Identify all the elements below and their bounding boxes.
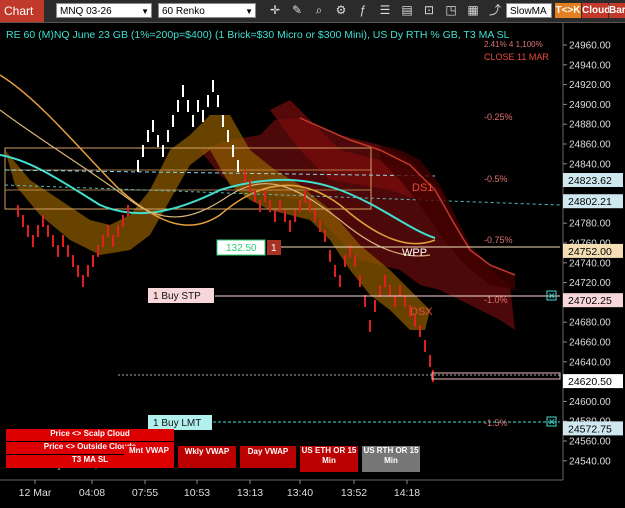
scalp-cloud-button[interactable]: Price <> Scalp Cloud: [6, 429, 174, 441]
indicator-icon[interactable]: ƒ: [356, 3, 370, 18]
pct-label: -1.0%: [484, 295, 508, 305]
ds1-label: DS1: [412, 182, 433, 194]
price-tick-label: 24600.00: [569, 397, 611, 408]
price-tick-label: 24640.00: [569, 357, 611, 368]
price-tick-label: 24560.00: [569, 437, 611, 448]
price-marker-label: 24823.62: [568, 175, 612, 187]
pct-label: -0.75%: [484, 235, 513, 245]
mnt-vwap-button[interactable]: Mnt VWAP: [124, 446, 174, 459]
price-tick-label: 24920.00: [569, 80, 611, 91]
day-vwap-button[interactable]: Day VWAP: [240, 446, 296, 468]
pencil-icon[interactable]: ✎: [290, 3, 304, 18]
data-box-icon[interactable]: ▦: [466, 3, 480, 18]
chart-title: Chart: [0, 0, 44, 22]
pct-label: -0.25%: [484, 112, 513, 122]
cloud-toggle-button[interactable]: Cloud: [582, 3, 610, 18]
dsx-label: DSX: [410, 306, 433, 318]
pct-label: -0.5%: [484, 174, 508, 184]
time-tick-label: 14:18: [394, 487, 420, 499]
chevron-down-icon: ▼: [245, 7, 253, 16]
bar-type-value: 60 Renko: [162, 6, 205, 17]
tck-toggle-button[interactable]: T<>K: [555, 3, 581, 18]
time-tick-label: 12 Mar: [19, 487, 52, 499]
price-tick-label: 24680.00: [569, 318, 611, 329]
properties-icon[interactable]: ☰: [378, 3, 392, 18]
buy-stop-label: 1 Buy STP: [153, 291, 201, 302]
price-tick-label: 24780.00: [569, 219, 611, 230]
buy-limit-label: 1 Buy LMT: [153, 418, 201, 429]
template-icon[interactable]: ▤: [400, 3, 414, 18]
chart-header: RE 60 (M)NQ June 23 GB (1%=200p=$400) (1…: [6, 29, 510, 41]
price-tick-label: 24860.00: [569, 140, 611, 151]
time-tick-label: 10:53: [184, 487, 210, 499]
time-tick-label: 13:13: [237, 487, 263, 499]
indicator-selector[interactable]: SlowMA: [506, 3, 552, 18]
crosshair-icon[interactable]: ✛: [268, 3, 282, 18]
time-tick-label: 13:52: [341, 487, 367, 499]
position-qty: 1: [271, 243, 277, 254]
zoom-icon[interactable]: ⌕: [312, 3, 326, 18]
share-icon[interactable]: ⤴: [488, 3, 502, 18]
top-stat-label: 2.41% 4 1,100%: [484, 40, 543, 49]
lock-icon[interactable]: ⊡: [422, 3, 436, 18]
price-tick-label: 24720.00: [569, 278, 611, 289]
pct-label: -1.5%: [484, 418, 508, 428]
indicator-value: SlowMA: [510, 6, 547, 17]
us-eth-or-button[interactable]: US ETH OR 15 Min: [300, 446, 358, 472]
price-marker-label: 24572.75: [568, 423, 612, 435]
price-tick-label: 24660.00: [569, 338, 611, 349]
close-icon: ✕: [548, 291, 556, 301]
us-rth-or-button[interactable]: US RTH OR 15 Min: [362, 446, 420, 472]
price-tick-label: 24960.00: [569, 41, 611, 52]
snapshot-icon[interactable]: ◳: [444, 3, 458, 18]
price-tick-label: 24880.00: [569, 120, 611, 131]
price-marker-label: 24802.21: [568, 196, 612, 208]
time-tick-label: 07:55: [132, 487, 158, 499]
close-icon: ✕: [548, 417, 556, 427]
time-tick-label: 13:40: [287, 487, 313, 499]
position-price: 132.50: [226, 243, 257, 254]
price-tick-label: 24900.00: [569, 100, 611, 111]
time-tick-label: 04:08: [79, 487, 105, 499]
wpp-label: WPP: [402, 247, 427, 259]
price-marker-label: 24752.00: [568, 246, 612, 258]
price-marker-label: 24702.25: [568, 295, 612, 307]
price-tick-label: 24540.00: [569, 456, 611, 467]
chevron-down-icon: ▼: [141, 7, 149, 16]
price-tick-label: 24840.00: [569, 159, 611, 170]
price-tick-label: 24740.00: [569, 258, 611, 269]
instrument-value: MNQ 03-26: [60, 6, 112, 17]
price-tick-label: 24940.00: [569, 60, 611, 71]
strategy-icon[interactable]: ⚙: [334, 3, 348, 18]
chart-toolbar: Chart MNQ 03-26 ▼ 60 Renko ▼ ✛ ✎ ⌕ ⚙ ƒ ☰…: [0, 0, 625, 23]
instrument-selector[interactable]: MNQ 03-26 ▼: [56, 3, 152, 18]
price-marker-label: 24620.50: [568, 376, 612, 388]
wkly-vwap-button[interactable]: Wkly VWAP: [178, 446, 236, 468]
bar-type-selector[interactable]: 60 Renko ▼: [158, 3, 256, 18]
bar-toggle-button[interactable]: Bar: [609, 3, 625, 18]
close-label: CLOSE 11 MAR: [484, 52, 549, 62]
